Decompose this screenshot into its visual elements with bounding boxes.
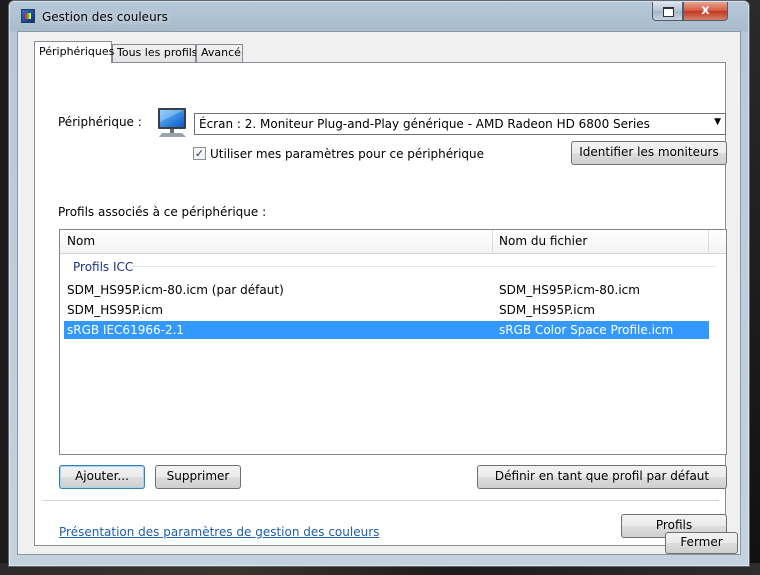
table-row[interactable]: SDM_HS95P.icm SDM_HS95P.icm: [64, 301, 709, 319]
close-button[interactable]: Fermer: [665, 532, 738, 554]
chevron-down-icon: ▼: [714, 117, 721, 127]
set-default-profile-button[interactable]: Définir en tant que profil par défaut: [477, 465, 727, 489]
tab-all-profiles[interactable]: Tous les profils: [112, 44, 198, 62]
tab-label: Avancé: [201, 46, 241, 59]
add-profile-button[interactable]: Ajouter...: [59, 465, 145, 489]
dialog-client-area: Périphériques Tous les profils Avancé Pé…: [17, 31, 741, 555]
profiles-list[interactable]: Nom Nom du fichier Profils ICC SDM_HS95P…: [59, 229, 727, 455]
profile-file: SDM_HS95P.icm-80.icm: [499, 283, 640, 297]
group-header-icc[interactable]: Profils ICC: [73, 260, 133, 274]
remove-profile-button[interactable]: Supprimer: [155, 465, 241, 489]
tab-label: Périphériques: [39, 45, 115, 58]
column-header-filename[interactable]: Nom du fichier: [499, 234, 587, 248]
tab-advanced[interactable]: Avancé: [196, 44, 243, 62]
color-settings-overview-link[interactable]: Présentation des paramètres de gestion d…: [59, 525, 379, 539]
profile-name: SDM_HS95P.icm-80.icm (par défaut): [67, 283, 284, 297]
title-bar[interactable]: Gestion des couleurs x: [9, 1, 749, 31]
table-row-selected[interactable]: sRGB IEC61966-2.1 sRGB Color Space Profi…: [64, 321, 709, 339]
profiles-section-label: Profils associés à ce périphérique :: [58, 205, 267, 219]
group-divider: [132, 266, 716, 267]
list-header: Nom Nom du fichier: [60, 230, 726, 254]
color-management-window: Gestion des couleurs x Périphériques Tou…: [8, 0, 750, 567]
device-select-value: Écran : 2. Moniteur Plug-and-Play généri…: [199, 117, 650, 131]
column-divider[interactable]: [492, 230, 493, 253]
column-header-name[interactable]: Nom: [67, 234, 95, 248]
color-management-app-icon: [21, 9, 35, 23]
window-title: Gestion des couleurs: [42, 10, 168, 24]
tab-devices[interactable]: Périphériques: [34, 41, 115, 63]
use-settings-label[interactable]: Utiliser mes paramètres pour ce périphér…: [210, 147, 484, 161]
close-window-button[interactable]: x: [683, 2, 728, 21]
column-divider[interactable]: [708, 230, 709, 253]
profile-file: SDM_HS95P.icm: [499, 303, 595, 317]
use-settings-checkbox[interactable]: ✓: [193, 147, 206, 160]
profile-name: sRGB IEC61966-2.1: [67, 323, 185, 337]
table-row[interactable]: SDM_HS95P.icm-80.icm (par défaut) SDM_HS…: [64, 281, 709, 299]
restore-button[interactable]: [652, 2, 683, 21]
devices-panel: Périphérique : Écran : 2. Moniteur Plug-…: [34, 62, 727, 546]
monitor-icon: [158, 108, 186, 137]
profile-name: SDM_HS95P.icm: [67, 303, 163, 317]
tab-label: Tous les profils: [117, 46, 198, 59]
identify-monitors-button[interactable]: Identifier les moniteurs: [571, 141, 727, 165]
separator: [43, 500, 719, 501]
profile-file: sRGB Color Space Profile.icm: [499, 323, 674, 337]
close-icon: x: [701, 3, 710, 18]
device-select[interactable]: Écran : 2. Moniteur Plug-and-Play généri…: [194, 113, 726, 135]
device-label: Périphérique :: [58, 115, 142, 129]
